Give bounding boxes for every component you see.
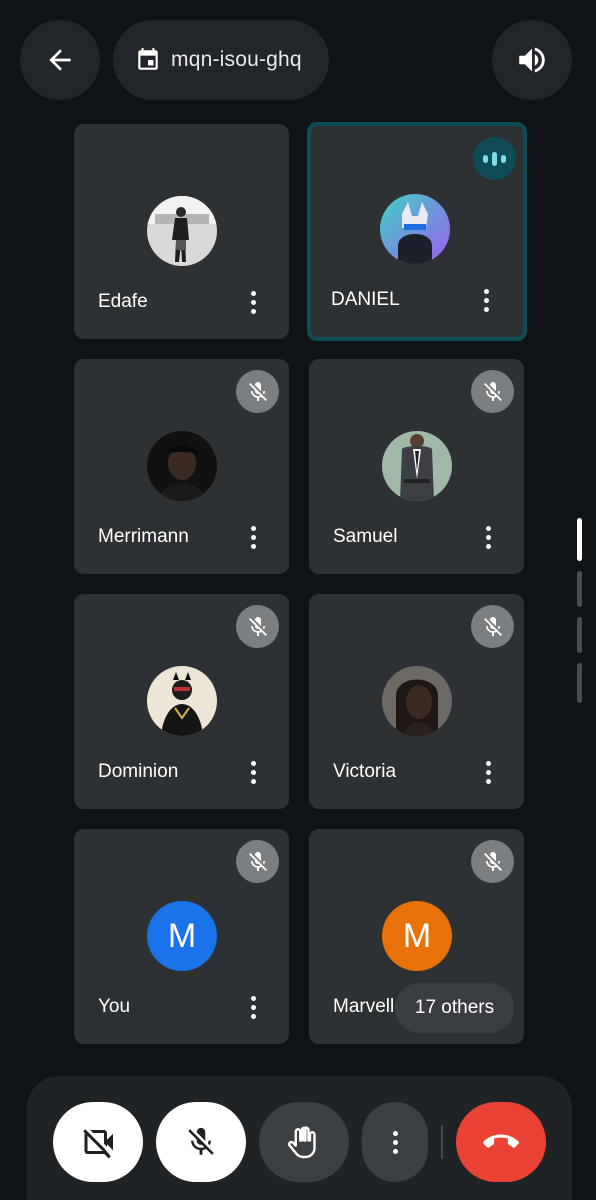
control-divider [441, 1125, 443, 1159]
mic-off-icon [471, 840, 514, 883]
more-vert-icon[interactable] [244, 757, 262, 787]
more-vert-icon[interactable] [244, 522, 262, 552]
mic-toggle-button[interactable] [156, 1102, 246, 1182]
participant-name: Victoria [333, 761, 397, 782]
avatar-letter: M [147, 901, 217, 971]
mic-off-icon [236, 840, 279, 883]
avatar [147, 666, 217, 736]
raise-hand-icon [288, 1126, 316, 1159]
more-vert-icon[interactable] [477, 285, 495, 315]
mic-off-icon [471, 370, 514, 413]
speaker-button[interactable] [492, 20, 572, 100]
more-vert-icon[interactable] [244, 287, 262, 317]
mic-off-icon [236, 605, 279, 648]
participant-tile[interactable]: Merrimann [74, 359, 289, 574]
camera-off-icon [83, 1129, 113, 1159]
avatar [147, 196, 217, 266]
speaking-indicator-icon [473, 137, 516, 180]
more-vert-icon[interactable] [244, 992, 262, 1022]
participant-tile[interactable]: Victoria [309, 594, 524, 809]
mic-off-icon [471, 605, 514, 648]
back-button[interactable] [20, 20, 100, 100]
participant-name: You [98, 996, 131, 1017]
participant-tile-self[interactable]: M You [74, 829, 289, 1044]
more-vert-icon[interactable] [479, 522, 497, 552]
raise-hand-button[interactable] [259, 1102, 349, 1182]
participant-name: Dominion [98, 761, 179, 782]
more-vert-icon[interactable] [479, 757, 497, 787]
more-vertical-icon [392, 1130, 398, 1154]
mic-off-icon [188, 1127, 214, 1155]
participant-tile[interactable]: Dominion [74, 594, 289, 809]
participant-name: DANIEL [331, 289, 400, 310]
meeting-code: mqn-isou-ghq [171, 48, 302, 71]
end-call-button[interactable] [456, 1102, 546, 1182]
participant-name: Edafe [98, 291, 148, 312]
mic-off-icon [236, 370, 279, 413]
meeting-info-chip[interactable]: mqn-isou-ghq [113, 20, 329, 100]
scroll-indicator[interactable] [577, 518, 583, 713]
arrow-left-icon [49, 49, 71, 71]
avatar [382, 666, 452, 736]
participant-name: Samuel [333, 526, 398, 547]
avatar [147, 431, 217, 501]
participant-tile-active[interactable]: DANIEL [307, 122, 527, 341]
more-options-button[interactable] [362, 1102, 428, 1182]
camera-toggle-button[interactable] [53, 1102, 143, 1182]
avatar [380, 194, 450, 264]
participant-name: Merrimann [98, 526, 189, 547]
avatar-letter: M [382, 901, 452, 971]
volume-up-icon [519, 47, 545, 73]
calendar-icon [138, 48, 158, 70]
others-count-chip[interactable]: 17 others [395, 983, 514, 1033]
participant-tile[interactable]: Edafe [74, 124, 289, 339]
avatar [382, 431, 452, 501]
participant-tile[interactable]: Samuel [309, 359, 524, 574]
call-end-icon [483, 1134, 519, 1148]
